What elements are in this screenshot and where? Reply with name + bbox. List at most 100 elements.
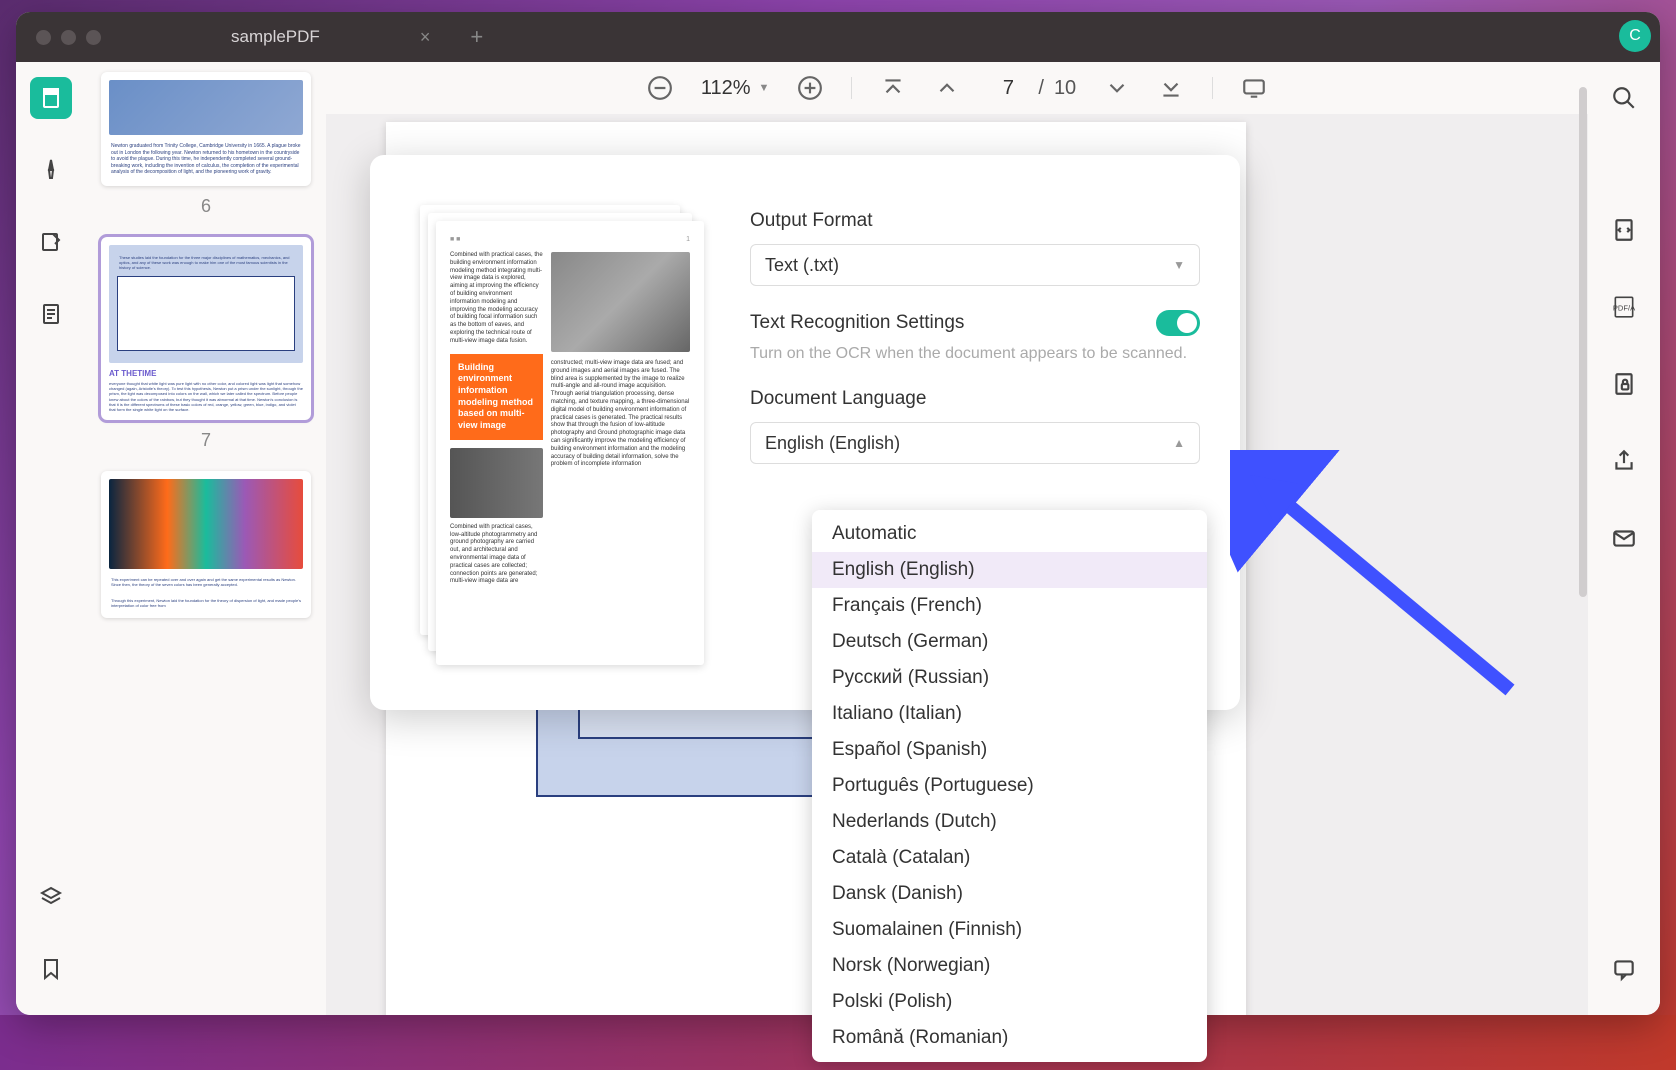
plus-circle-icon bbox=[797, 75, 823, 101]
thumbnails-icon bbox=[39, 86, 63, 110]
bookmark-tool[interactable] bbox=[30, 948, 72, 990]
language-option[interactable]: Català (Catalan) bbox=[812, 840, 1207, 876]
output-format-select[interactable]: Text (.txt) ▼ bbox=[750, 244, 1200, 286]
thumb-text: Newton graduated from Trinity College, C… bbox=[109, 141, 303, 178]
thumb-label: 7 bbox=[101, 430, 311, 451]
search-icon bbox=[1611, 85, 1637, 111]
language-option[interactable]: Norsk (Norwegian) bbox=[812, 948, 1207, 984]
first-page-button[interactable] bbox=[880, 75, 906, 101]
chevron-down-icon: ▼ bbox=[1173, 258, 1185, 272]
right-toolbar: PDF/A bbox=[1588, 62, 1660, 1015]
minimize-window-button[interactable] bbox=[61, 30, 76, 45]
language-option[interactable]: Polski (Polish) bbox=[812, 984, 1207, 1020]
comment-button[interactable] bbox=[1603, 948, 1645, 990]
language-option[interactable]: Español (Spanish) bbox=[812, 732, 1207, 768]
language-option[interactable]: Automatic bbox=[812, 516, 1207, 552]
chevron-down-icon: ▼ bbox=[758, 82, 769, 94]
zoom-value: 112% bbox=[701, 77, 751, 100]
share-button[interactable] bbox=[1603, 440, 1645, 482]
language-label: Document Language bbox=[750, 388, 1200, 410]
last-page-button[interactable] bbox=[1158, 75, 1184, 101]
preview-text: Combined with practical cases, the build… bbox=[450, 252, 543, 346]
layers-icon bbox=[39, 885, 63, 909]
pdfa-icon: PDF/A bbox=[1611, 294, 1637, 320]
preview-text: Combined with practical cases, low-altit… bbox=[450, 524, 543, 586]
language-option[interactable]: Português (Portuguese) bbox=[812, 768, 1207, 804]
thumbnail-page-8[interactable]: This experiment can be repeated over and… bbox=[101, 471, 311, 618]
language-option[interactable]: Suomalainen (Finnish) bbox=[812, 912, 1207, 948]
search-button[interactable] bbox=[1603, 77, 1645, 119]
document-tab[interactable]: samplePDF × bbox=[231, 27, 430, 48]
language-option[interactable]: Deutsch (German) bbox=[812, 624, 1207, 660]
page-number-input[interactable] bbox=[988, 77, 1028, 100]
chevron-down-bar-icon bbox=[1158, 75, 1184, 101]
svg-text:PDF/A: PDF/A bbox=[1613, 303, 1636, 312]
presentation-icon bbox=[1241, 75, 1267, 101]
chevron-down-icon bbox=[1104, 75, 1130, 101]
thumbnails-tool[interactable] bbox=[30, 77, 72, 119]
language-select[interactable]: English (English) ▲ bbox=[750, 422, 1200, 464]
edit-icon bbox=[39, 230, 63, 254]
zoom-in-button[interactable] bbox=[797, 75, 823, 101]
email-button[interactable] bbox=[1603, 517, 1645, 559]
zoom-level-dropdown[interactable]: 112% ▼ bbox=[701, 77, 770, 100]
output-format-label: Output Format bbox=[750, 210, 1200, 232]
maximize-window-button[interactable] bbox=[86, 30, 101, 45]
security-button[interactable] bbox=[1603, 363, 1645, 405]
total-pages: 10 bbox=[1054, 77, 1076, 100]
zoom-out-button[interactable] bbox=[647, 75, 673, 101]
layers-tool[interactable] bbox=[30, 876, 72, 918]
highlighter-tool[interactable] bbox=[30, 149, 72, 191]
language-value: English (English) bbox=[765, 433, 900, 454]
language-dropdown-list[interactable]: AutomaticEnglish (English)Français (Fren… bbox=[812, 510, 1207, 1062]
thumb-text: This experiment can be repeated over and… bbox=[109, 575, 303, 589]
vertical-scrollbar[interactable] bbox=[1579, 87, 1587, 597]
bookmark-icon bbox=[39, 957, 63, 981]
language-option[interactable]: English (English) bbox=[812, 552, 1207, 588]
language-option[interactable]: Dansk (Danish) bbox=[812, 876, 1207, 912]
close-tab-icon[interactable]: × bbox=[420, 27, 431, 48]
convert-icon bbox=[1611, 217, 1637, 243]
ocr-toggle-label: Text Recognition Settings bbox=[750, 312, 964, 334]
presentation-button[interactable] bbox=[1241, 75, 1267, 101]
ocr-description: Turn on the OCR when the document appear… bbox=[750, 342, 1200, 366]
document-icon bbox=[39, 302, 63, 326]
titlebar: samplePDF × + bbox=[16, 12, 1660, 62]
dialog-preview: ■ ■1 Combined with practical cases, the … bbox=[420, 205, 700, 665]
language-option[interactable]: Italiano (Italian) bbox=[812, 696, 1207, 732]
output-format-value: Text (.txt) bbox=[765, 255, 839, 276]
tab-title: samplePDF bbox=[231, 27, 320, 47]
user-initial: C bbox=[1629, 27, 1641, 45]
convert-button[interactable] bbox=[1603, 209, 1645, 251]
document-tool[interactable] bbox=[30, 293, 72, 335]
preview-text: constructed; multi-view image data are f… bbox=[551, 360, 690, 469]
next-page-button[interactable] bbox=[1104, 75, 1130, 101]
comment-icon bbox=[1611, 956, 1637, 982]
thumbnail-panel[interactable]: Newton graduated from Trinity College, C… bbox=[86, 62, 326, 1015]
email-icon bbox=[1611, 525, 1637, 551]
user-avatar[interactable]: C bbox=[1619, 20, 1651, 52]
lock-file-icon bbox=[1611, 371, 1637, 397]
close-window-button[interactable] bbox=[36, 30, 51, 45]
preview-heading: Building environment information modelin… bbox=[450, 354, 543, 440]
page-separator: / bbox=[1038, 77, 1044, 100]
thumb-text: Through this experiment, Newton laid the… bbox=[109, 596, 303, 610]
page-indicator: / 10 bbox=[988, 77, 1076, 100]
chevron-up-icon: ▲ bbox=[1173, 436, 1185, 450]
new-tab-button[interactable]: + bbox=[470, 24, 483, 50]
language-option[interactable]: Français (French) bbox=[812, 588, 1207, 624]
thumbnail-page-6[interactable]: Newton graduated from Trinity College, C… bbox=[101, 72, 311, 186]
pdfa-button[interactable]: PDF/A bbox=[1603, 286, 1645, 328]
edit-tool[interactable] bbox=[30, 221, 72, 263]
language-option[interactable]: Русский (Russian) bbox=[812, 660, 1207, 696]
thumb-label: 6 bbox=[101, 196, 311, 217]
language-option[interactable]: Nederlands (Dutch) bbox=[812, 804, 1207, 840]
chevron-up-icon bbox=[934, 75, 960, 101]
language-option[interactable]: Română (Romanian) bbox=[812, 1020, 1207, 1056]
thumbnail-page-7[interactable]: These studies laid the foundation for th… bbox=[101, 237, 311, 421]
prev-page-button[interactable] bbox=[934, 75, 960, 101]
share-icon bbox=[1611, 448, 1637, 474]
ocr-toggle[interactable] bbox=[1156, 310, 1200, 336]
left-toolbar bbox=[16, 62, 86, 1015]
highlighter-icon bbox=[39, 158, 63, 182]
